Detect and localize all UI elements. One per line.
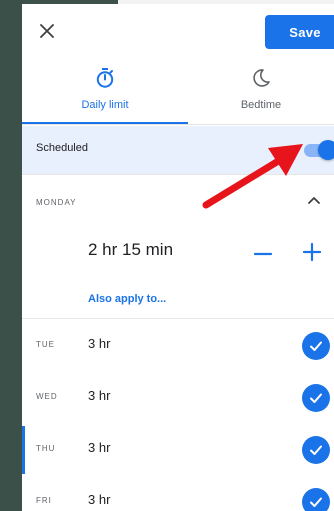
background-edge — [0, 0, 22, 511]
tab-daily-limit-label: Daily limit — [81, 99, 129, 111]
check-icon — [310, 445, 322, 455]
focus-marker — [22, 426, 25, 474]
also-apply-to-link[interactable]: Also apply to... — [88, 293, 166, 305]
close-button[interactable] — [36, 20, 58, 42]
day-row-tue[interactable]: TUE 3 hr — [22, 322, 334, 370]
scheduled-label: Scheduled — [36, 142, 88, 154]
day-checkbox[interactable] — [302, 488, 330, 511]
check-icon — [310, 341, 322, 351]
tab-daily-limit[interactable]: Daily limit — [22, 66, 188, 124]
check-icon — [310, 393, 322, 403]
scheduled-toggle[interactable] — [302, 136, 334, 164]
monday-time-value: 2 hr 15 min — [88, 240, 174, 259]
scheduled-row: Scheduled — [22, 126, 334, 174]
day-checkbox[interactable] — [302, 436, 330, 464]
increase-time-button[interactable] — [300, 240, 324, 264]
decrease-time-button[interactable] — [251, 242, 275, 266]
divider — [22, 174, 334, 175]
day-checkbox[interactable] — [302, 332, 330, 360]
timer-icon — [95, 66, 115, 90]
divider — [22, 318, 334, 319]
check-icon — [310, 497, 322, 507]
day-limit-value: 3 hr — [88, 492, 111, 507]
daily-limit-panel: Save Daily limit Bedtime Scheduled MONDA… — [22, 4, 334, 511]
day-row-wed[interactable]: WED 3 hr — [22, 374, 334, 422]
day-checkbox[interactable] — [302, 384, 330, 412]
moon-icon — [251, 66, 271, 90]
collapse-button[interactable] — [306, 192, 322, 208]
day-label: WED — [36, 392, 58, 401]
monday-label: MONDAY — [36, 198, 77, 207]
day-label: TUE — [36, 340, 55, 349]
day-row-thu[interactable]: THU 3 hr — [22, 426, 334, 474]
day-row-fri[interactable]: FRI 3 hr — [22, 478, 334, 511]
save-button[interactable]: Save — [265, 15, 334, 49]
tab-divider — [22, 124, 334, 125]
day-limit-value: 3 hr — [88, 440, 111, 455]
day-limit-value: 3 hr — [88, 336, 111, 351]
day-label: THU — [36, 444, 56, 453]
plus-icon — [302, 242, 322, 262]
minus-icon — [253, 252, 273, 256]
day-label: FRI — [36, 496, 52, 505]
toggle-thumb — [318, 140, 334, 160]
day-limit-value: 3 hr — [88, 388, 111, 403]
chevron-up-icon — [308, 197, 320, 204]
close-icon — [40, 24, 54, 38]
tab-bedtime[interactable]: Bedtime — [188, 66, 334, 124]
tab-bedtime-label: Bedtime — [240, 99, 282, 111]
